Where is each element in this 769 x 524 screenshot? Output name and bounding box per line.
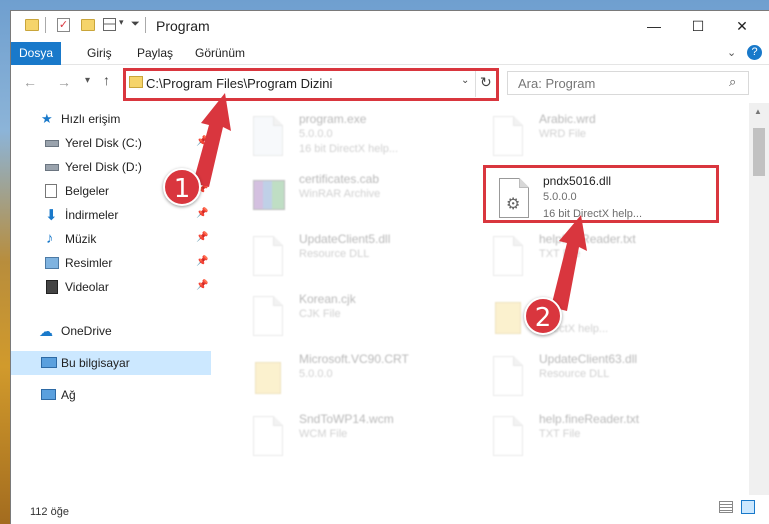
explorer-window: ✓ ▾ ⏷ Program — ☐ ✕ Dosya Giriş Paylaş G… [10, 10, 769, 524]
arrow-2-icon [551, 215, 587, 311]
step-1-badge: 1 [163, 168, 201, 206]
arrow-1-icon [193, 93, 231, 187]
step-2-badge: 2 [524, 297, 562, 335]
annotation-arrows [193, 93, 587, 311]
